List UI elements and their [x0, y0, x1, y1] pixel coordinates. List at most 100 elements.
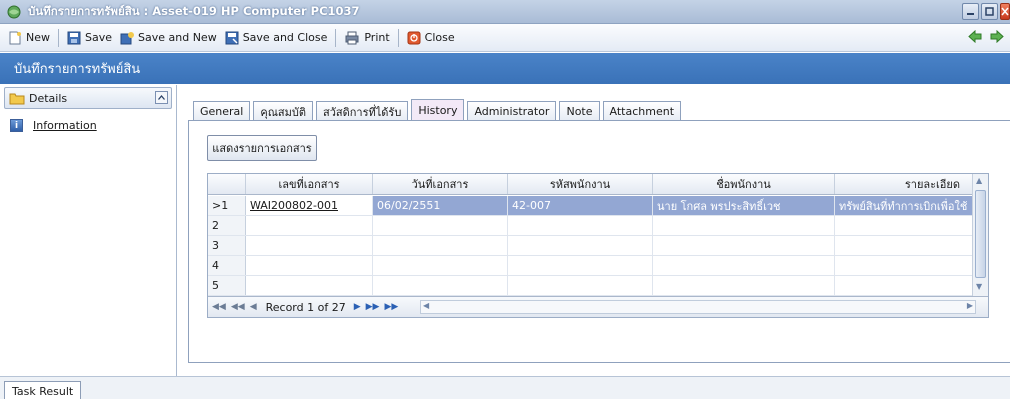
- doc-date-cell[interactable]: [373, 256, 508, 275]
- tab-attachment[interactable]: Attachment: [602, 101, 682, 121]
- save-close-icon: [225, 31, 239, 44]
- scroll-right-icon[interactable]: ▶: [967, 301, 973, 310]
- vertical-scrollbar[interactable]: ▲ ▼: [972, 174, 988, 297]
- print-button[interactable]: Print: [340, 27, 393, 49]
- record-navigation: [968, 30, 1004, 43]
- table-row[interactable]: 2: [208, 216, 973, 236]
- maximize-icon: [985, 7, 994, 16]
- print-label: Print: [364, 31, 390, 44]
- column-header-emp-name[interactable]: ชื่อพนักงาน: [653, 174, 835, 194]
- toolbar-separator: [58, 28, 59, 47]
- task-result-tab[interactable]: Task Result: [4, 381, 82, 399]
- new-label: New: [26, 31, 50, 44]
- detail-cell[interactable]: [835, 216, 973, 235]
- doc-no-cell[interactable]: WAI200802-001: [246, 196, 373, 215]
- detail-cell[interactable]: [835, 276, 973, 295]
- save-button[interactable]: Save: [63, 27, 116, 49]
- emp-name-cell[interactable]: นาย โกศล พรประสิทธิ์เวช: [653, 196, 835, 215]
- close-button[interactable]: Close: [403, 27, 459, 49]
- toolbar-separator: [397, 28, 399, 47]
- last-record-icon[interactable]: ▶▶: [384, 302, 398, 312]
- task-result-label: Task Result: [12, 384, 74, 398]
- new-button[interactable]: New: [4, 27, 54, 49]
- grid-header: เลขที่เอกสาร วันที่เอกสาร รหัสพนักงาน ชื…: [208, 174, 973, 195]
- emp-name-cell[interactable]: [653, 236, 835, 255]
- chevron-up-icon: [158, 95, 165, 100]
- doc-date-cell[interactable]: [373, 236, 508, 255]
- next-record-icon[interactable]: ▶: [354, 302, 361, 312]
- save-and-close-button[interactable]: Save and Close: [221, 27, 332, 49]
- window-close-button[interactable]: [1000, 3, 1010, 20]
- save-and-new-button[interactable]: Save and New: [116, 27, 221, 49]
- row-indicator-header: [208, 174, 246, 194]
- tab-strip: General คุณสมบัติ สวัสดิการที่ได้รับ His…: [193, 99, 684, 121]
- back-arrow-icon[interactable]: [968, 30, 982, 43]
- window-title-bar: บันทึกรายการทรัพย์สิน : Asset-019 HP Com…: [0, 0, 1010, 24]
- tab-label: Note: [566, 105, 593, 118]
- prev-record-icon[interactable]: ◀: [250, 302, 257, 312]
- emp-code-cell[interactable]: [508, 236, 653, 255]
- forward-arrow-icon[interactable]: [990, 30, 1004, 43]
- row-indicator: 3: [208, 236, 246, 255]
- tab-properties[interactable]: คุณสมบัติ: [253, 101, 314, 121]
- emp-code-cell[interactable]: [508, 276, 653, 295]
- save-disk-icon: [67, 31, 81, 44]
- detail-cell[interactable]: ทรัพย์สินที่ทำการเบิกเพื่อใช้: [835, 196, 973, 215]
- scroll-down-icon[interactable]: ▼: [976, 282, 982, 291]
- folder-icon: [9, 93, 25, 105]
- emp-name-cell[interactable]: [653, 216, 835, 235]
- minimize-button[interactable]: [962, 3, 979, 20]
- emp-code-cell[interactable]: 42-007: [508, 196, 653, 215]
- emp-name-cell[interactable]: [653, 276, 835, 295]
- record-counter: Record 1 of 27: [265, 300, 346, 314]
- column-header-emp-code[interactable]: รหัสพนักงาน: [508, 174, 653, 194]
- window-controls: [962, 3, 1010, 20]
- table-row[interactable]: 4: [208, 256, 973, 276]
- prev-page-icon[interactable]: ◀◀: [231, 302, 245, 312]
- table-row[interactable]: >1 WAI200802-001 06/02/2551 42-007 นาย โ…: [208, 196, 973, 216]
- show-documents-button[interactable]: แสดงรายการเอกสาร: [207, 135, 317, 161]
- table-row[interactable]: 3: [208, 236, 973, 256]
- doc-no-cell[interactable]: [246, 256, 373, 275]
- tab-administrator[interactable]: Administrator: [467, 101, 557, 121]
- scroll-up-icon[interactable]: ▲: [976, 176, 982, 185]
- emp-code-cell[interactable]: [508, 216, 653, 235]
- doc-date-cell[interactable]: 06/02/2551: [373, 196, 508, 215]
- scrollbar-thumb[interactable]: [975, 190, 986, 278]
- row-indicator: 4: [208, 256, 246, 275]
- sidebar-section-details[interactable]: Details: [4, 87, 172, 109]
- new-document-icon: [9, 31, 21, 44]
- column-header-doc-date[interactable]: วันที่เอกสาร: [373, 174, 508, 194]
- sidebar-section-label: Details: [29, 91, 68, 105]
- emp-code-cell[interactable]: [508, 256, 653, 275]
- close-icon: [1001, 7, 1009, 16]
- tab-general[interactable]: General: [193, 101, 251, 121]
- tab-history[interactable]: History: [411, 99, 465, 121]
- doc-no-cell[interactable]: [246, 276, 373, 295]
- tab-note[interactable]: Note: [559, 101, 600, 121]
- horizontal-scrollbar[interactable]: ◀ ▶: [420, 300, 976, 314]
- maximize-button[interactable]: [981, 3, 998, 20]
- tab-benefits[interactable]: สวัสดิการที่ได้รับ: [316, 101, 409, 121]
- doc-no-cell[interactable]: [246, 216, 373, 235]
- sidebar-item-information[interactable]: i Information: [0, 111, 176, 132]
- column-header-detail[interactable]: รายละเอียด: [835, 174, 973, 194]
- doc-no-cell[interactable]: [246, 236, 373, 255]
- collapse-button[interactable]: [155, 91, 168, 104]
- scroll-left-icon[interactable]: ◀: [423, 301, 429, 310]
- page-title: บันทึกรายการทรัพย์สิน: [14, 62, 141, 77]
- row-indicator: 5: [208, 276, 246, 295]
- bottom-bar: Task Result: [0, 376, 1010, 399]
- doc-date-cell[interactable]: [373, 276, 508, 295]
- column-header-doc-no[interactable]: เลขที่เอกสาร: [246, 174, 373, 194]
- emp-name-cell[interactable]: [653, 256, 835, 275]
- doc-date-cell[interactable]: [373, 216, 508, 235]
- first-record-icon[interactable]: ◀◀: [212, 302, 226, 312]
- table-row[interactable]: 5: [208, 276, 973, 296]
- toolbar-separator: [335, 28, 337, 47]
- history-tab-panel: แสดงรายการเอกสาร เลขที่เอกสาร วันที่เอกส…: [188, 120, 1010, 363]
- next-page-icon[interactable]: ▶▶: [366, 302, 380, 312]
- close-power-icon: [407, 31, 421, 44]
- detail-cell[interactable]: [835, 256, 973, 275]
- detail-cell[interactable]: [835, 236, 973, 255]
